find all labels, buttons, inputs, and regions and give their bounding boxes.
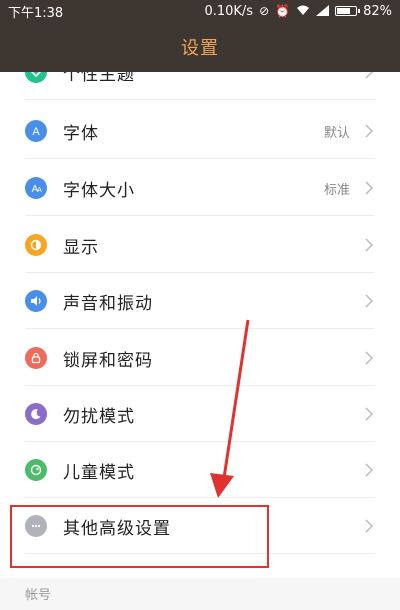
settings-item-label: 勿扰模式 (63, 406, 135, 427)
chevron-right-icon (365, 519, 374, 533)
network-speed: 0.10K/s (204, 3, 254, 19)
settings-item-theme[interactable]: 个性主题 (0, 72, 400, 100)
section-header-account: 帐号 (25, 588, 52, 603)
lock-icon (25, 347, 47, 369)
settings-item-label: 字体 (63, 123, 99, 144)
chevron-right-icon (365, 294, 374, 308)
battery-percent: 82% (363, 3, 392, 19)
page-title: 设置 (181, 38, 219, 59)
chevron-right-icon (365, 407, 374, 421)
chevron-right-icon (365, 124, 374, 138)
chevron-right-icon (365, 72, 374, 79)
battery-icon (335, 6, 361, 16)
settings-item-display[interactable]: 显示 (0, 217, 400, 273)
svg-text:A: A (37, 187, 42, 194)
sound-icon (25, 290, 47, 312)
wifi-icon (296, 5, 310, 18)
font-icon: A (25, 120, 47, 142)
theme-icon (25, 72, 47, 83)
highlight-box (10, 505, 269, 568)
settings-item-label: 儿童模式 (63, 462, 135, 483)
display-icon (25, 234, 47, 256)
settings-item-value: 默认 (323, 125, 350, 141)
signal-icon (316, 4, 330, 18)
settings-item-label: 声音和振动 (63, 293, 153, 314)
status-bar: 下午1:38 0.10K/s ⊘ ⏰ 82% (0, 0, 400, 22)
alarm-off-icon: ⊘ (259, 4, 270, 18)
settings-item-label: 字体大小 (63, 180, 135, 201)
chevron-right-icon (365, 238, 374, 252)
chevron-right-icon (365, 181, 374, 195)
settings-item-label: 个性主题 (63, 72, 135, 85)
settings-item-value: 标准 (323, 182, 350, 198)
svg-text:A: A (32, 126, 40, 138)
status-time: 下午1:38 (8, 5, 64, 21)
chevron-right-icon (365, 463, 374, 477)
font-size-icon: AA (25, 177, 47, 199)
settings-item-font-size[interactable]: AA 字体大小 标准 (0, 160, 400, 216)
settings-item-label: 显示 (63, 237, 99, 258)
section-header-area: 帐号 (0, 578, 400, 610)
annotation-arrow-icon (210, 319, 250, 498)
chevron-right-icon (365, 351, 374, 365)
title-bar: 设置 (0, 22, 400, 72)
status-icons: 0.10K/s ⊘ ⏰ 82% (204, 4, 392, 19)
moon-icon (25, 403, 47, 425)
settings-item-label: 锁屏和密码 (63, 350, 153, 371)
settings-item-font[interactable]: A 字体 默认 (0, 103, 400, 159)
battery-level (337, 8, 351, 14)
alarm-icon: ⏰ (275, 4, 291, 18)
kid-icon (25, 459, 47, 481)
